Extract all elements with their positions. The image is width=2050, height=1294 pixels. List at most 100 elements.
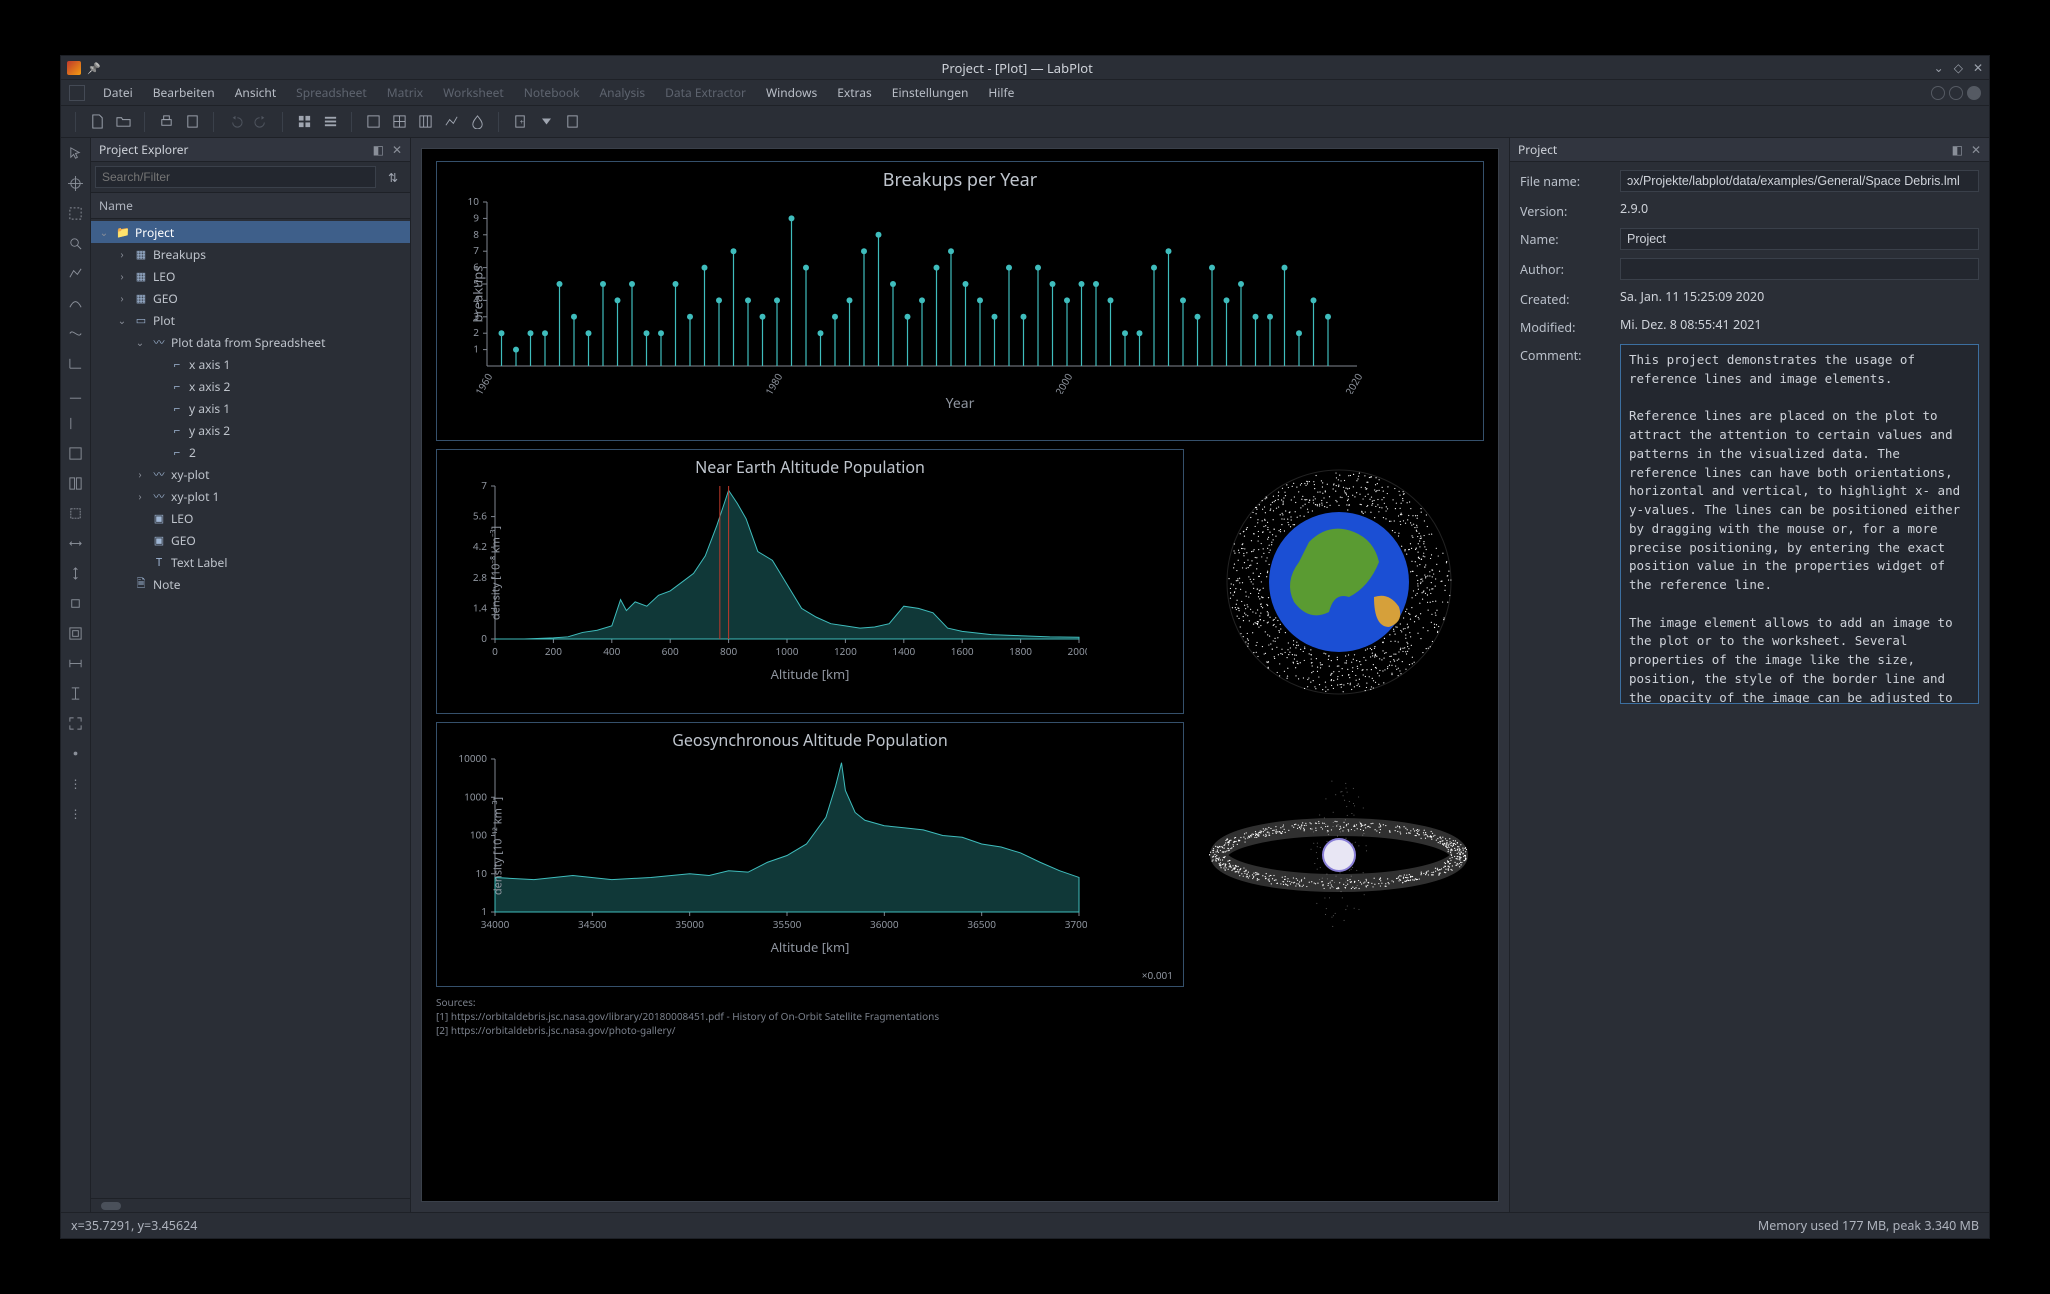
pin-icon[interactable] bbox=[87, 59, 101, 76]
explorer-float-icon[interactable]: ◧ bbox=[373, 141, 384, 158]
stretch-h-icon[interactable] bbox=[67, 654, 85, 672]
tree-item-leo[interactable]: ›▦LEO bbox=[91, 265, 410, 287]
axis-v-icon[interactable] bbox=[67, 414, 85, 432]
svg-text:1960: 1960 bbox=[472, 370, 496, 394]
tree-label: LEO bbox=[171, 510, 404, 527]
box-select-icon[interactable] bbox=[67, 504, 85, 522]
explorer-close-icon[interactable]: ✕ bbox=[392, 141, 402, 158]
add-worksheet-button[interactable] bbox=[362, 111, 384, 133]
maximize-button[interactable]: ◇ bbox=[1954, 59, 1963, 76]
view-list-button[interactable] bbox=[319, 111, 341, 133]
close-button[interactable]: ✕ bbox=[1973, 59, 1983, 76]
move-x-icon[interactable] bbox=[67, 534, 85, 552]
layout-icon[interactable] bbox=[67, 474, 85, 492]
menu-spreadsheet: Spreadsheet bbox=[286, 81, 377, 104]
more-3-icon[interactable]: ⋮ bbox=[67, 804, 85, 822]
menu-datei[interactable]: Datei bbox=[93, 81, 143, 104]
tree-item-leo[interactable]: ▣LEO bbox=[91, 507, 410, 529]
menu-ansicht[interactable]: Ansicht bbox=[225, 81, 286, 104]
plot-breakups[interactable]: Breakups per Year breakups 1234567891019… bbox=[436, 161, 1484, 441]
open-file-button[interactable] bbox=[112, 111, 134, 133]
tree-item-x-axis-2[interactable]: ⌐x axis 2 bbox=[91, 375, 410, 397]
data-reader-icon[interactable] bbox=[67, 264, 85, 282]
tree-item-plot-data-from-spreadsheet[interactable]: ⌄〰Plot data from Spreadsheet bbox=[91, 331, 410, 353]
properties-float-icon[interactable]: ◧ bbox=[1952, 141, 1963, 158]
tree-item-geo[interactable]: ›▦GEO bbox=[91, 287, 410, 309]
filename-field[interactable] bbox=[1620, 170, 1979, 192]
svg-text:1: 1 bbox=[481, 904, 487, 918]
menu-windows[interactable]: Windows bbox=[756, 81, 827, 104]
plot-breakups-xlabel: Year bbox=[447, 394, 1473, 413]
explorer-scrollbar[interactable] bbox=[91, 1198, 410, 1212]
author-field[interactable] bbox=[1620, 258, 1979, 280]
add-note-button[interactable] bbox=[561, 111, 583, 133]
move-y-icon[interactable] bbox=[67, 564, 85, 582]
crosshair-tool-icon[interactable] bbox=[67, 174, 85, 192]
plot-leo[interactable]: Near Earth Altitude Population density [… bbox=[436, 449, 1184, 714]
add-matrix-button[interactable] bbox=[414, 111, 436, 133]
zoom-tool-icon[interactable] bbox=[67, 234, 85, 252]
tree-item-2[interactable]: ⌐2 bbox=[91, 441, 410, 463]
menu-einstellungen[interactable]: Einstellungen bbox=[882, 81, 979, 104]
name-field[interactable] bbox=[1620, 228, 1979, 250]
cursor-tool-icon[interactable] bbox=[67, 144, 85, 162]
add-plot-button[interactable] bbox=[440, 111, 462, 133]
properties-close-icon[interactable]: ✕ bbox=[1971, 141, 1981, 158]
axis-h2-icon[interactable] bbox=[67, 384, 85, 402]
curve-fit-icon[interactable] bbox=[67, 294, 85, 312]
color-picker-button[interactable] bbox=[466, 111, 488, 133]
control-menu-icon[interactable] bbox=[69, 85, 85, 101]
image-geo[interactable] bbox=[1194, 722, 1484, 987]
tree-item-plot[interactable]: ⌄▭Plot bbox=[91, 309, 410, 331]
mdi-close-icon[interactable] bbox=[1967, 86, 1981, 100]
scale-out-icon[interactable] bbox=[67, 594, 85, 612]
comment-field[interactable] bbox=[1620, 344, 1979, 704]
tree-item-y-axis-1[interactable]: ⌐y axis 1 bbox=[91, 397, 410, 419]
add-spreadsheet-button[interactable] bbox=[388, 111, 410, 133]
explorer-filter-options-button[interactable]: ⇅ bbox=[380, 166, 406, 188]
select-region-icon[interactable] bbox=[67, 204, 85, 222]
scale-in-icon[interactable] bbox=[67, 624, 85, 642]
print-button[interactable] bbox=[155, 111, 177, 133]
fullscreen-icon[interactable] bbox=[67, 714, 85, 732]
mdi-minimize-icon[interactable] bbox=[1931, 86, 1945, 100]
explorer-search-input[interactable] bbox=[95, 166, 376, 188]
menu-bearbeiten[interactable]: Bearbeiten bbox=[143, 81, 225, 104]
tree-item-xy-plot[interactable]: ›〰xy-plot bbox=[91, 463, 410, 485]
axis-h-icon[interactable] bbox=[67, 354, 85, 372]
minimize-button[interactable]: ⌄ bbox=[1934, 59, 1944, 76]
explorer-column-name[interactable]: Name bbox=[91, 193, 410, 219]
stretch-v-icon[interactable] bbox=[67, 684, 85, 702]
menu-hilfe[interactable]: Hilfe bbox=[978, 81, 1024, 104]
view-tiles-button[interactable] bbox=[293, 111, 315, 133]
sheet-icon: ▦ bbox=[133, 246, 149, 262]
redo-button[interactable] bbox=[250, 111, 272, 133]
image-leo[interactable] bbox=[1194, 449, 1484, 714]
tree-item-breakups[interactable]: ›▦Breakups bbox=[91, 243, 410, 265]
curves-icon[interactable] bbox=[67, 324, 85, 342]
worksheet-area[interactable]: Breakups per Year breakups 1234567891019… bbox=[411, 138, 1509, 1212]
tree-item-xy-plot-1[interactable]: ›〰xy-plot 1 bbox=[91, 485, 410, 507]
plot-geo[interactable]: Geosynchronous Altitude Population densi… bbox=[436, 722, 1184, 987]
tree-label: xy-plot 1 bbox=[171, 488, 404, 505]
grid-icon[interactable] bbox=[67, 444, 85, 462]
tree-item-y-axis-2[interactable]: ⌐y axis 2 bbox=[91, 419, 410, 441]
print-preview-button[interactable] bbox=[181, 111, 203, 133]
properties-title: Project bbox=[1518, 141, 1557, 158]
more-1-icon[interactable] bbox=[67, 744, 85, 762]
menu-extras[interactable]: Extras bbox=[827, 81, 882, 104]
tree-item-text-label[interactable]: TText Label bbox=[91, 551, 410, 573]
svg-text:1800: 1800 bbox=[1009, 644, 1032, 658]
window-title: Project - [Plot] — LabPlot bbox=[101, 59, 1934, 77]
sources-heading: Sources: bbox=[436, 995, 1484, 1009]
tree-item-project[interactable]: ⌄📁Project bbox=[91, 221, 410, 243]
new-file-button[interactable] bbox=[86, 111, 108, 133]
undo-button[interactable] bbox=[224, 111, 246, 133]
tree-item-x-axis-1[interactable]: ⌐x axis 1 bbox=[91, 353, 410, 375]
more-2-icon[interactable]: ⋮ bbox=[67, 774, 85, 792]
add-page-button[interactable]: + bbox=[509, 111, 531, 133]
tree-item-geo[interactable]: ▣GEO bbox=[91, 529, 410, 551]
tree-item-note[interactable]: 🗎Note bbox=[91, 573, 410, 595]
mdi-restore-icon[interactable] bbox=[1949, 86, 1963, 100]
add-page-dropdown[interactable] bbox=[535, 111, 557, 133]
